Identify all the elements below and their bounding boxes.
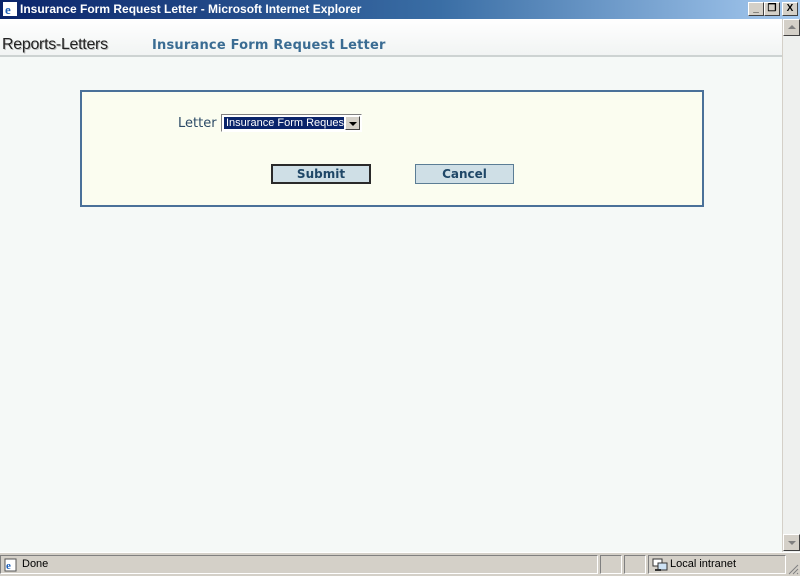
- status-text: Done: [22, 558, 49, 570]
- vertical-scrollbar[interactable]: [782, 19, 800, 552]
- window-title: Insurance Form Request Letter - Microsof…: [20, 2, 362, 16]
- ie-icon: e: [3, 2, 17, 16]
- maximize-button[interactable]: ❐: [764, 2, 780, 16]
- letter-select[interactable]: Insurance Form Request: [221, 114, 362, 132]
- letter-select-value: Insurance Form Request: [224, 117, 344, 129]
- restore-icon: ❐: [767, 3, 777, 14]
- minimize-button[interactable]: _: [748, 2, 764, 16]
- scroll-up-icon[interactable]: [783, 19, 800, 36]
- page-done-icon: e: [4, 558, 17, 572]
- status-pane: e Done: [0, 555, 598, 574]
- status-pane-empty-2: [624, 555, 646, 574]
- resize-grip-icon[interactable]: [787, 563, 799, 575]
- browser-window: e Insurance Form Request Letter - Micros…: [0, 0, 800, 576]
- scroll-down-icon[interactable]: [783, 534, 800, 551]
- svg-text:e: e: [6, 560, 11, 572]
- status-pane-empty-1: [600, 555, 622, 574]
- intranet-zone-icon: [652, 558, 668, 571]
- zone-pane: Local intranet: [648, 555, 786, 574]
- title-bar[interactable]: e Insurance Form Request Letter - Micros…: [0, 0, 800, 19]
- letter-label: Letter: [178, 116, 217, 131]
- page-content: Reports-Letters Insurance Form Request L…: [0, 19, 782, 552]
- svg-text:e: e: [5, 2, 11, 16]
- chevron-down-icon[interactable]: [345, 116, 360, 130]
- letter-form-panel: Letter Insurance Form Request Submit Can…: [80, 90, 704, 207]
- brand-logo: Reports-Letters: [2, 36, 108, 53]
- minimize-icon: _: [753, 3, 759, 14]
- zone-text: Local intranet: [670, 558, 737, 570]
- page-title: Insurance Form Request Letter: [152, 38, 386, 53]
- cancel-button[interactable]: Cancel: [415, 164, 514, 184]
- page-header: Reports-Letters Insurance Form Request L…: [0, 19, 782, 57]
- close-icon: X: [786, 3, 794, 14]
- close-button[interactable]: X: [782, 2, 798, 16]
- status-bar: e Done Local intranet: [0, 552, 800, 576]
- submit-button[interactable]: Submit: [271, 164, 371, 184]
